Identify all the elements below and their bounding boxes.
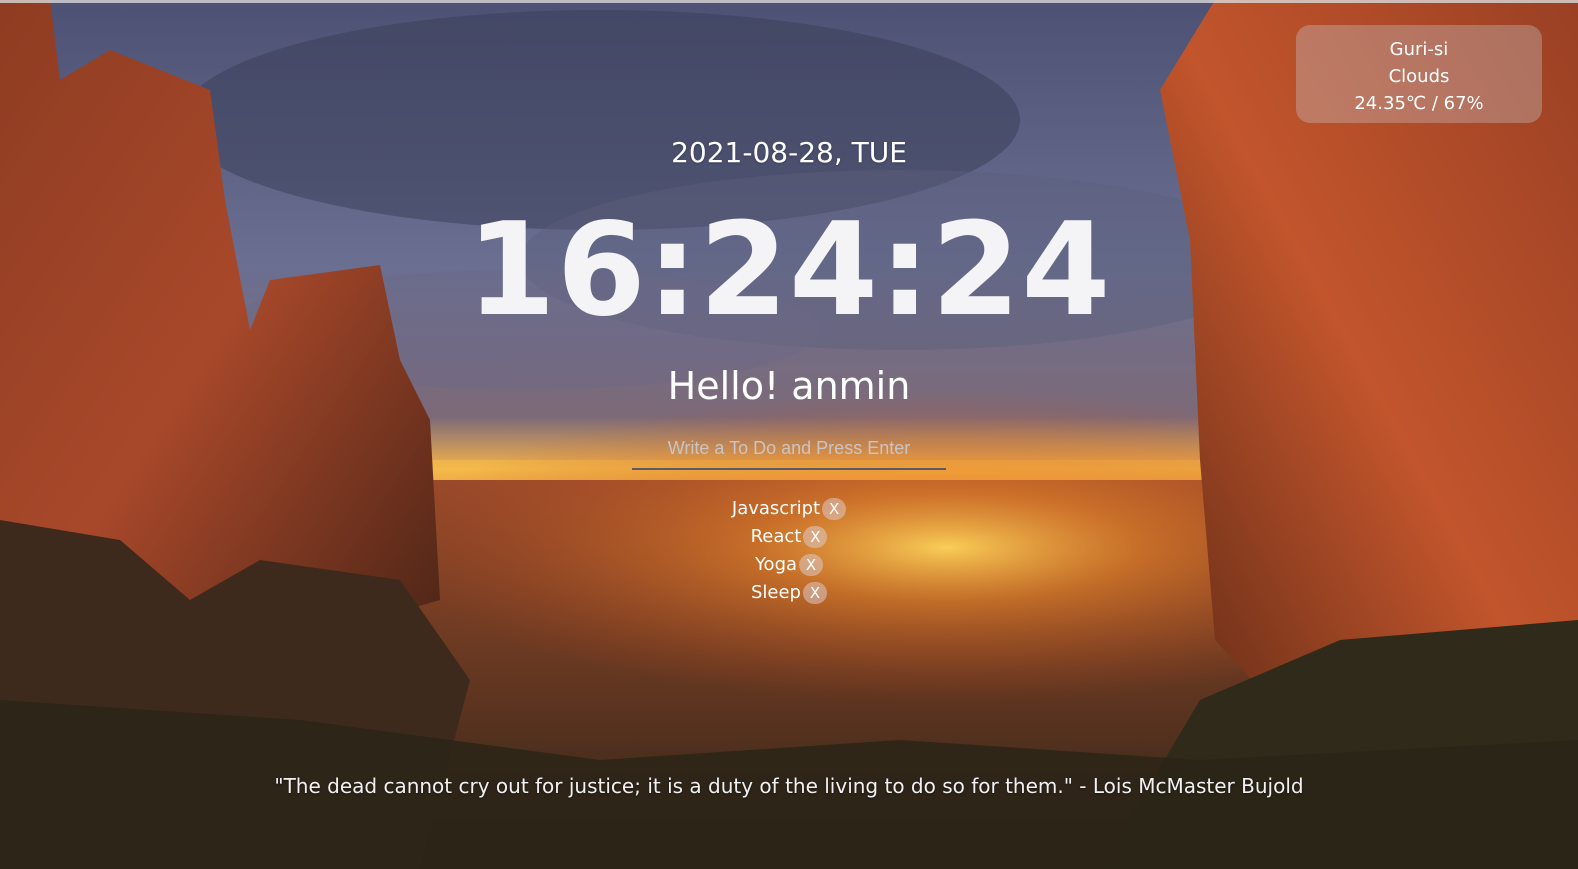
quote-text: "The dead cannot cry out for justice; it… <box>274 774 1304 798</box>
list-item: Sleep X <box>0 579 1578 607</box>
delete-todo-button[interactable]: X <box>803 582 827 604</box>
todo-item-text: Yoga <box>754 554 798 575</box>
date-display: 2021-08-28, TUE <box>671 136 907 169</box>
delete-todo-button[interactable]: X <box>799 554 824 576</box>
todo-form <box>632 428 946 472</box>
weather-temp-humidity: 24.35℃ / 67% <box>1354 93 1484 114</box>
todo-list: Javascript X React X Yoga X Sleep X <box>0 495 1578 607</box>
delete-todo-button[interactable]: X <box>803 526 828 548</box>
todo-item-text: Sleep <box>750 582 801 603</box>
list-item: Javascript X <box>0 495 1578 523</box>
greeting-text: Hello! anmin <box>667 364 911 408</box>
list-item: Yoga X <box>0 551 1578 579</box>
todo-item-text: React <box>750 526 802 547</box>
weather-city: Guri-si <box>1389 39 1449 60</box>
delete-todo-button[interactable]: X <box>822 498 847 520</box>
todo-item-text: Javascript <box>731 498 821 519</box>
weather-widget: Guri-si Clouds 24.35℃ / 67% <box>1296 25 1542 123</box>
weather-condition: Clouds <box>1388 66 1450 87</box>
clock-display: 16:24:24 <box>466 196 1112 345</box>
page: Guri-si Clouds 24.35℃ / 67% 2021-08-28, … <box>0 0 1578 869</box>
list-item: React X <box>0 523 1578 551</box>
todo-input[interactable] <box>632 428 946 470</box>
top-border <box>0 0 1578 3</box>
